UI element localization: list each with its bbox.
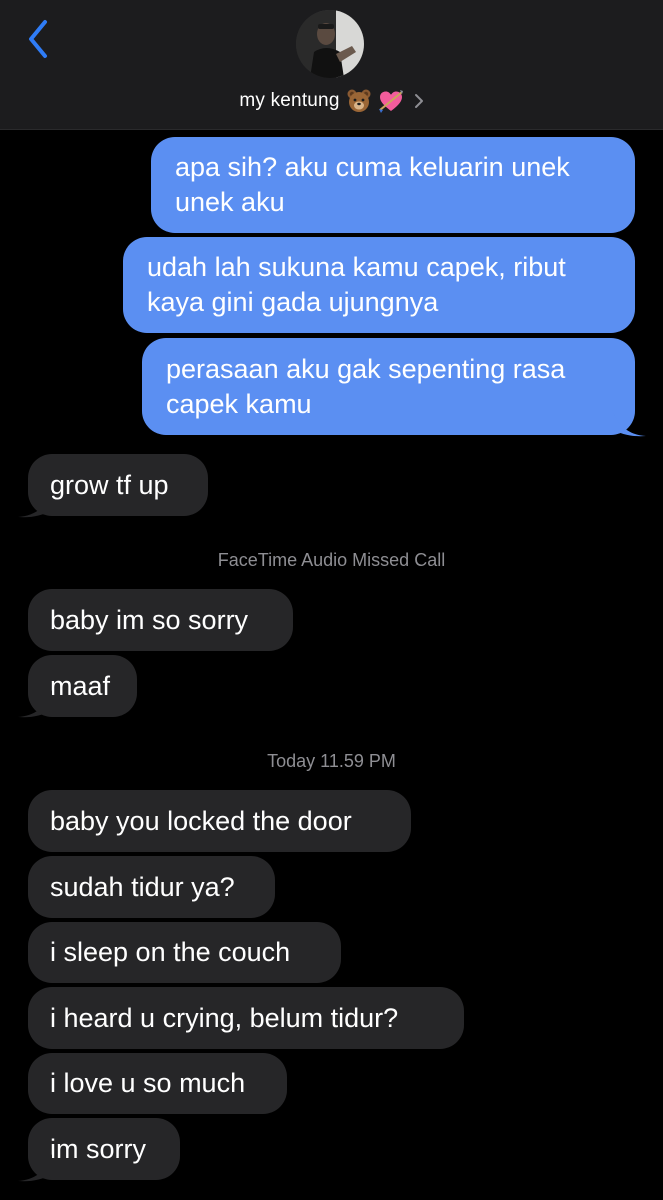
received-message[interactable]: baby you locked the door [28,790,411,852]
sent-message[interactable]: apa sih? aku cuma keluarin unek unek aku [151,137,635,233]
contact-avatar[interactable] [296,10,364,78]
bear-face-icon [347,89,371,112]
back-button[interactable] [18,14,58,64]
sent-message[interactable]: udah lah sukuna kamu capek, ribut kaya g… [123,237,635,333]
heart-with-arrow-icon [378,90,403,113]
message-line: apa sih? aku cuma keluarin unek [175,152,570,182]
message-line: unek aku [175,187,285,217]
received-bubble-tail [18,490,52,518]
received-bubble-tail [18,1154,52,1182]
received-message[interactable]: baby im so sorry [28,589,293,651]
message-text: grow tf up [50,469,169,500]
message-text: sudah tidur ya? [50,871,235,902]
received-bubble-tail [18,690,52,718]
message-line: udah lah sukuna kamu capek, ribut [147,252,566,282]
message-text: i love u so much [50,1068,246,1098]
message-text: i sleep on the couch [50,937,291,967]
received-message[interactable]: i sleep on the couch [28,922,341,983]
message-text: i heard u crying, belum tidur? [50,1002,399,1033]
conversation-header: my kentung [0,0,663,130]
message-text: baby you locked the door [50,805,352,836]
message-line: perasaan aku gak sepenting rasa [166,353,566,384]
received-message[interactable]: sudah tidur ya? [28,856,275,918]
contact-name: my kentung [239,90,340,111]
message-text: maaf [50,670,111,701]
received-message[interactable]: i love u so much [28,1053,287,1114]
received-message[interactable]: i heard u crying, belum tidur? [28,987,464,1049]
message-text: baby im so sorry [50,604,249,635]
chevron-right-icon [414,94,423,108]
message-line: kaya gini gada ujungnya [147,287,439,317]
contact-info-button[interactable]: my kentung [0,86,663,116]
timestamp: Today 11.59 PM [267,751,396,771]
sent-message[interactable]: perasaan aku gak sepenting rasa capek ka… [142,338,635,435]
received-message[interactable]: grow tf up [28,454,208,516]
message-text: im sorry [50,1133,146,1164]
message-line: capek kamu [166,388,312,419]
missed-call-notice: FaceTime Audio Missed Call [217,550,446,570]
avatar-photo [296,10,364,78]
chevron-left-icon [29,20,47,58]
sent-bubble-tail [612,409,646,437]
